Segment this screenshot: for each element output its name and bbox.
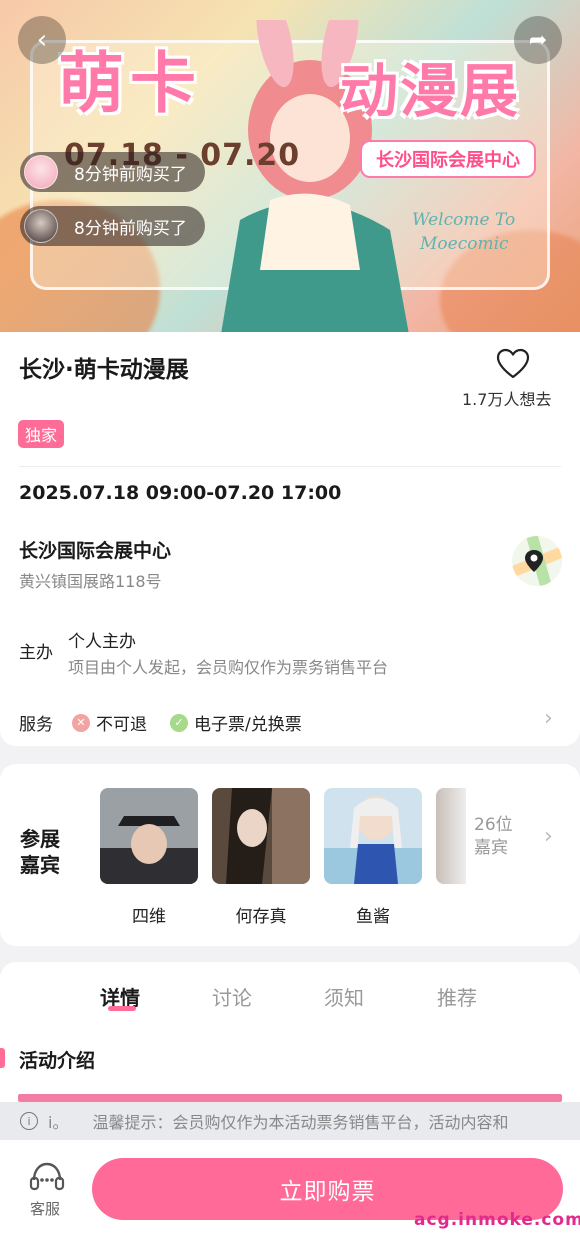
notice-prefix: i。	[48, 1113, 69, 1132]
section-marker	[0, 1048, 5, 1068]
venue-name[interactable]: 长沙国际会展中心	[19, 536, 171, 563]
event-title: 长沙·萌卡动漫展	[19, 357, 189, 383]
share-icon: ➦	[528, 27, 548, 53]
intro-image-top	[18, 1094, 562, 1102]
active-tab-indicator	[108, 1006, 136, 1011]
banner-welcome: Welcome To Moecomic	[412, 208, 515, 256]
guests-card: 参展嘉宾 四维 何存真 鱼酱 26位 嘉宾 ›	[0, 764, 580, 946]
event-info-card: 长沙·萌卡动漫展 1.7万人想去 独家 2025.07.18 09:00-07.…	[0, 332, 580, 746]
chevron-left-icon: ‹	[36, 25, 48, 55]
guest-item[interactable]: 四维	[100, 788, 198, 927]
guest-count-label: 嘉宾	[474, 838, 508, 858]
chevron-right-icon[interactable]: ›	[544, 706, 553, 731]
organizer-description: 项目由个人发起，会员购仅作为票务销售平台	[68, 658, 389, 677]
chevron-right-icon[interactable]: ›	[544, 824, 553, 849]
avatar	[24, 209, 58, 243]
banner-venue-tag: 长沙国际会展中心	[360, 140, 536, 178]
guest-name: 四维	[132, 907, 166, 927]
toast-text: 8分钟前购买了	[74, 164, 187, 185]
tab-notice[interactable]: 须知	[324, 982, 364, 1011]
venue-address: 黄兴镇国展路118号	[19, 572, 162, 591]
avatar	[24, 155, 58, 189]
customer-service-label[interactable]: 客服	[30, 1198, 60, 1219]
banner-welcome-line: Moecomic	[420, 234, 509, 254]
organizer-name: 个人主办	[68, 632, 136, 652]
purchase-toast: 8分钟前购买了	[20, 206, 205, 246]
tab-discussion[interactable]: 讨论	[212, 982, 252, 1011]
guest-photo	[100, 788, 198, 884]
service-no-refund: ✕ 不可退	[72, 710, 147, 735]
guest-item[interactable]: 鱼酱	[324, 788, 422, 927]
tab-recommend[interactable]: 推荐	[437, 982, 477, 1011]
info-icon: i	[20, 1112, 38, 1130]
customer-service-icon[interactable]	[26, 1160, 68, 1196]
guest-item-partial[interactable]	[436, 788, 466, 884]
organizer-label: 主办	[19, 643, 53, 663]
service-label: 服务	[19, 715, 53, 735]
divider	[19, 466, 561, 467]
back-button[interactable]: ‹	[18, 16, 66, 64]
guest-name: 何存真	[235, 907, 287, 927]
event-datetime: 2025.07.18 09:00-07.20 17:00	[19, 482, 342, 504]
map-icon[interactable]	[512, 536, 562, 586]
purchase-toast: 8分钟前购买了	[20, 152, 205, 192]
banner-title-left: 萌卡	[58, 45, 202, 122]
guest-photo	[212, 788, 310, 884]
guest-item[interactable]: 何存真	[212, 788, 310, 927]
guest-count[interactable]: 26位 嘉宾	[474, 814, 513, 860]
service-eticket: ✓ 电子票/兑换票	[170, 710, 302, 735]
notice-text: 温馨提示：会员购仅作为本活动票务销售平台，活动内容和	[92, 1113, 509, 1132]
check-circle-icon: ✓	[170, 713, 188, 732]
event-banner: 萌卡 动漫展 07.18 - 07.20 长沙国际会展中心 Welcome To…	[0, 0, 580, 332]
toast-text: 8分钟前购买了	[74, 218, 187, 239]
exclusive-badge: 独家	[18, 420, 65, 448]
service-text: 不可退	[96, 715, 147, 735]
guest-photo	[324, 788, 422, 884]
banner-title-right: 动漫展	[340, 57, 521, 125]
heart-icon[interactable]	[496, 348, 530, 380]
x-circle-icon: ✕	[72, 713, 90, 732]
guest-name: 鱼酱	[356, 907, 390, 927]
guest-count-number: 26位	[474, 815, 513, 835]
service-text: 电子票/兑换票	[194, 715, 302, 735]
favorite-count: 1.7万人想去	[462, 390, 552, 409]
watermark: acg.inmoke.com	[414, 1210, 580, 1230]
section-title: 活动介绍	[19, 1050, 96, 1072]
banner-welcome-line: Welcome To	[412, 210, 516, 230]
share-button[interactable]: ➦	[514, 16, 562, 64]
guests-title: 参展嘉宾	[20, 827, 60, 877]
notice-bar[interactable]: i i。 温馨提示：会员购仅作为本活动票务销售平台，活动内容和	[0, 1102, 580, 1140]
